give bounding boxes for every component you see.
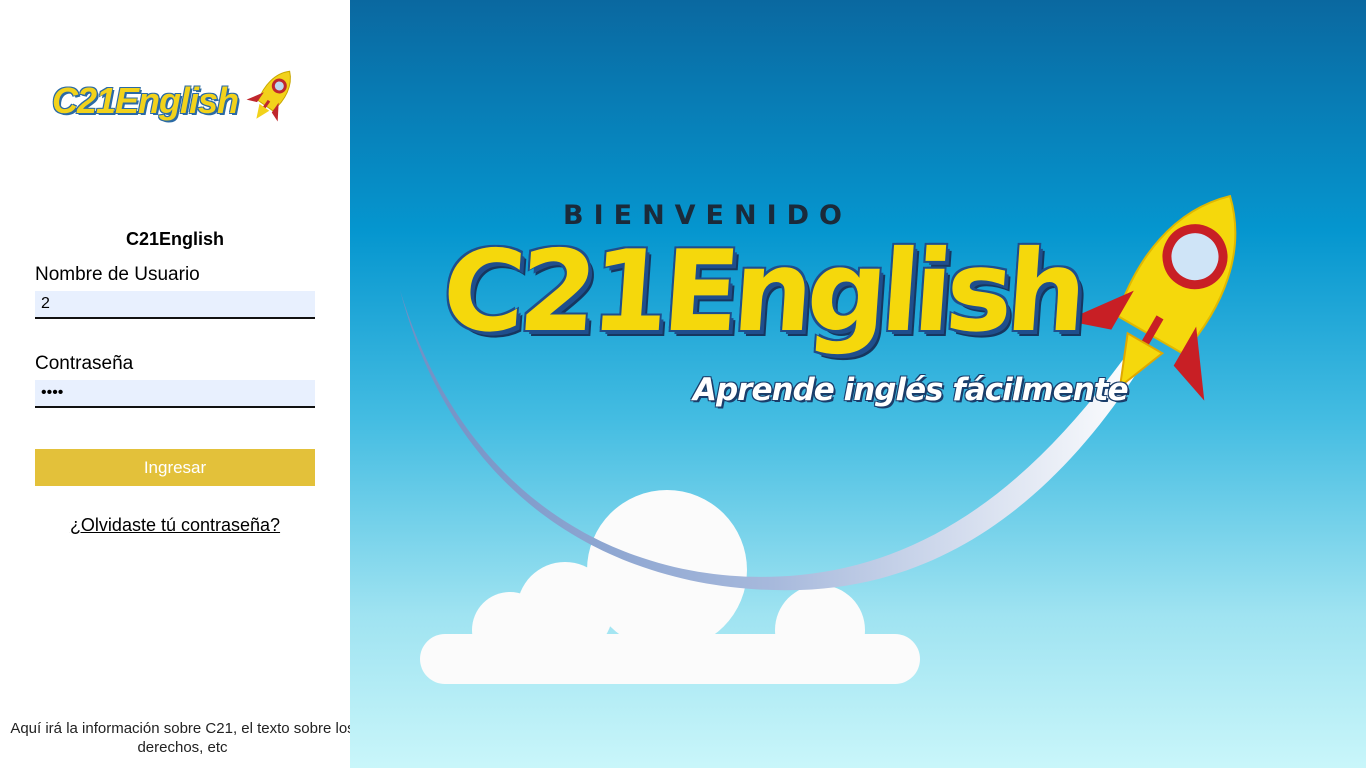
hero-brand-logo: C21English — [438, 227, 1086, 357]
brand-logo: C21English — [52, 62, 302, 132]
username-input[interactable] — [35, 291, 315, 319]
login-panel: C21English C21English Nombre de Usuario … — [0, 0, 355, 768]
hero-tagline: Aprende inglés fácilmente — [693, 372, 1129, 408]
login-button[interactable]: Ingresar — [35, 449, 315, 486]
password-label: Contraseña — [35, 353, 134, 374]
username-label: Nombre de Usuario — [35, 264, 200, 285]
footer-info: Aquí irá la información sobre C21, el te… — [10, 720, 355, 756]
brand-logo-text: C21English — [52, 80, 239, 121]
forgot-password-link[interactable]: ¿Olvidaste tú contraseña? — [0, 515, 350, 536]
hero-banner: BIENVENIDO C21English Aprende inglés fác… — [350, 0, 1366, 768]
rocket-icon — [246, 70, 291, 122]
password-input[interactable] — [35, 380, 315, 408]
cloud-illustration — [420, 490, 920, 684]
login-title: C21English — [125, 229, 225, 249]
